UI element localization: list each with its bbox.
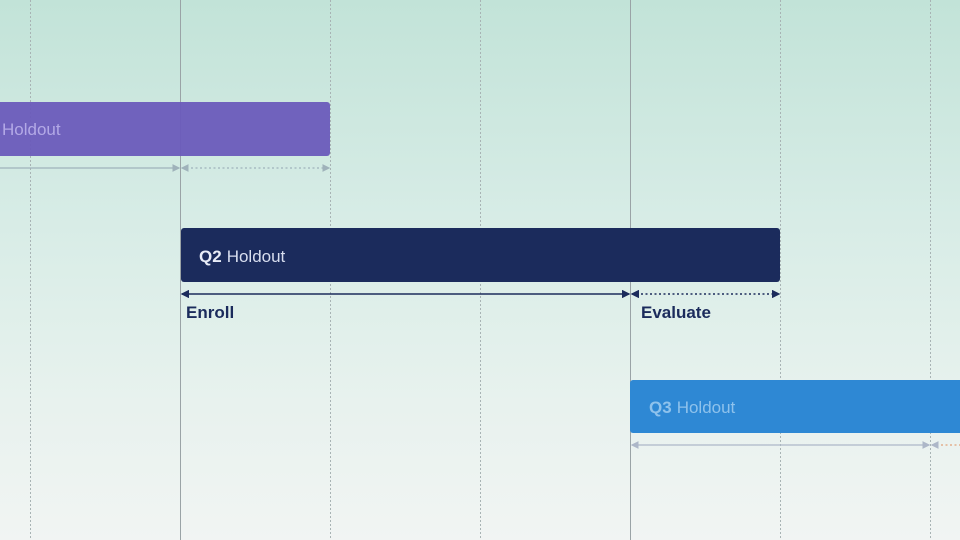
q1-holdout-label: Holdout — [2, 120, 61, 139]
q3-holdout-label: Q3 Holdout — [649, 398, 736, 417]
holdout-timeline-diagram: Holdout Q2 Holdout Enroll Evaluate Q3 Hold… — [0, 0, 960, 540]
enroll-label: Enroll — [186, 303, 234, 322]
q3-holdout-group: Q3 Holdout — [630, 380, 960, 449]
evaluate-label: Evaluate — [641, 303, 711, 322]
q2-holdout-group: Q2 Holdout Enroll Evaluate — [180, 228, 781, 322]
q2-holdout-label: Q2 Holdout — [199, 247, 286, 266]
q1-holdout-group: Holdout — [0, 102, 331, 172]
